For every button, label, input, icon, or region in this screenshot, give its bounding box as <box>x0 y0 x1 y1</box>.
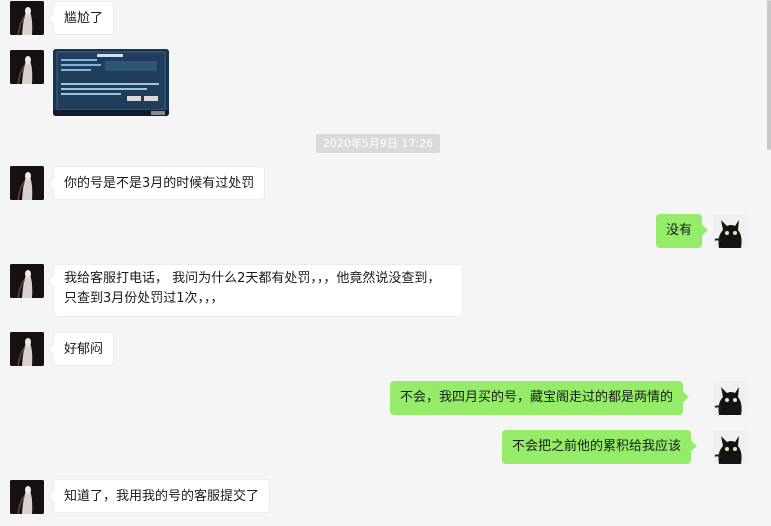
image-message-thumbnail[interactable] <box>53 49 169 116</box>
contact-avatar[interactable] <box>10 264 44 298</box>
message-bubble-outgoing[interactable]: 不会把之前他的累积给我应该 <box>502 430 692 464</box>
message-text: 不会，我四月买的号，藏宝阁走过的都是两情的 <box>400 390 674 405</box>
message-bubble-outgoing[interactable]: 没有 <box>656 214 703 248</box>
message-bubble-incoming[interactable]: 尴尬了 <box>53 1 115 35</box>
contact-avatar[interactable] <box>10 332 44 366</box>
my-avatar[interactable] <box>713 381 747 415</box>
message-text: 知道了，我用我的号的客服提交了 <box>64 489 260 504</box>
contact-avatar[interactable] <box>10 166 44 200</box>
message-text: 不会把之前他的累积给我应该 <box>512 439 682 454</box>
chat-scrollbar[interactable] <box>767 0 771 150</box>
message-text: 你的号是不是3月的时候有过处罚 <box>64 176 255 191</box>
message-bubble-incoming[interactable]: 好郁闷 <box>53 332 115 366</box>
chat-message-list[interactable]: 尴尬了 2020年5月9日 17:26 你的号是不是3月的时候有过处罚 没有 我… <box>0 0 771 526</box>
message-bubble-incoming[interactable]: 你的号是不是3月的时候有过处罚 <box>53 166 266 200</box>
message-text: 尴尬了 <box>64 11 104 26</box>
message-bubble-outgoing[interactable]: 不会，我四月买的号，藏宝阁走过的都是两情的 <box>390 381 684 415</box>
message-text: 没有 <box>666 223 693 238</box>
message-bubble-incoming[interactable]: 知道了，我用我的号的客服提交了 <box>53 479 271 513</box>
message-bubble-incoming[interactable]: 我给客服打电话， 我问为什么2天都有处罚，，，他竟然说没查到，只查到3月份处罚过… <box>53 264 463 317</box>
message-text: 好郁闷 <box>64 342 104 357</box>
contact-avatar[interactable] <box>10 480 44 514</box>
contact-avatar[interactable] <box>10 50 44 84</box>
message-timestamp: 2020年5月9日 17:26 <box>316 134 440 153</box>
my-avatar[interactable] <box>713 214 747 248</box>
contact-avatar[interactable] <box>10 1 44 35</box>
my-avatar[interactable] <box>713 430 747 464</box>
message-text: 我给客服打电话， 我问为什么2天都有处罚，，，他竟然说没查到，只查到3月份处罚过… <box>64 271 441 306</box>
